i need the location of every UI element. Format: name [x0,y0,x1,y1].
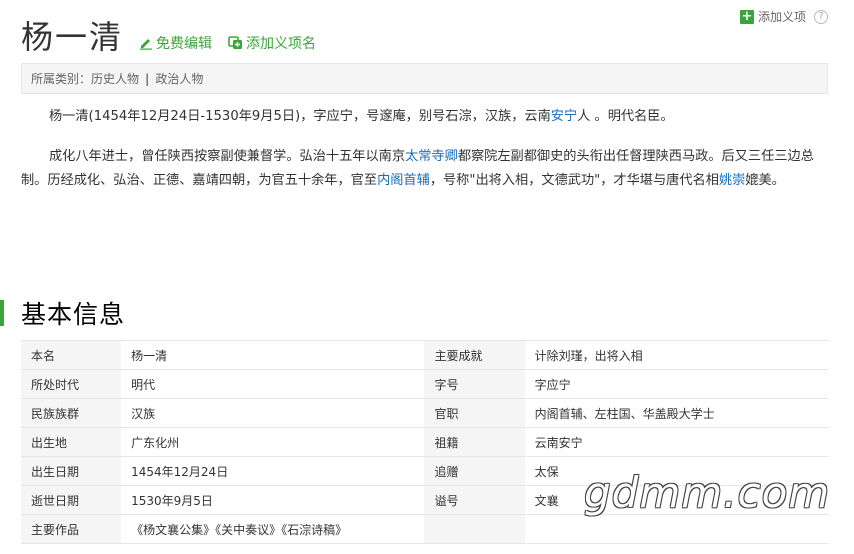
add-entry-top-label: 添加义项 [757,10,806,24]
link-taichangsiqing[interactable]: 太常寺卿 [405,149,458,164]
help-icon[interactable]: ? [814,9,828,24]
field-label: 官职 [424,398,525,428]
field-value: 明代 [121,369,425,399]
field-label: 逝世日期 [21,485,122,515]
table-row: 本名 杨一清 主要成就 计除刘瑾，出将入相 [21,340,828,370]
intro-text: 杨一清(1454年12月24日-1530年9月5日)，字应宁，号邃庵，别号石淙，… [49,109,551,124]
field-label: 本名 [21,340,122,370]
table-row: 出生地 广东化州 祖籍 云南安宁 [21,427,828,457]
field-value: 1454年12月24日 [121,456,425,486]
table-row: 所处时代 明代 字号 字应宁 [21,369,828,399]
field-label: 祖籍 [424,427,525,457]
field-label: 主要作品 [21,514,122,544]
title-row: 杨一清 免费编辑 添加义项名 [21,18,316,56]
field-label: 所处时代 [21,369,122,399]
field-value: 广东化州 [121,427,425,457]
field-value: 字应宁 [524,369,828,399]
field-label: 出生地 [21,427,122,457]
field-label: 谥号 [424,485,525,515]
field-label [424,514,525,544]
field-value: 计除刘瑾，出将入相 [524,340,828,370]
edit-button[interactable]: 免费编辑 [139,33,212,56]
field-value: 《杨文襄公集》《关中奏议》《石淙诗稿》 [121,514,425,544]
add-entry-name-button[interactable]: 添加义项名 [228,33,316,56]
field-value [524,514,828,544]
section-accent-bar [0,300,4,326]
category-link-politics[interactable]: 政治人物 [155,70,203,87]
field-value: 内阁首辅、左柱国、华盖殿大学士 [524,398,828,428]
field-label: 主要成就 [424,340,525,370]
intro-paragraph-1: 杨一清(1454年12月24日-1530年9月5日)，字应宁，号邃庵，别号石淙，… [21,105,821,129]
table-row: 逝世日期 1530年9月5日 谥号 文襄 [21,485,828,515]
link-neigeshoufu[interactable]: 内阁首辅 [377,173,430,188]
add-entry-name-label: 添加义项名 [246,36,317,52]
link-anning[interactable]: 安宁 [551,109,577,124]
link-yaochong[interactable]: 姚崇 [719,173,745,188]
category-separator: | [145,71,150,86]
pencil-icon [140,39,153,50]
category-prefix: 所属类别： [31,72,92,86]
add-entry-icon [228,36,243,49]
field-label: 追赠 [424,456,525,486]
category-bar: 所属类别： 历史人物 | 政治人物 [21,63,828,94]
field-label: 字号 [424,369,525,399]
field-label: 出生日期 [21,456,122,486]
intro-text: 媲美。 [745,173,785,188]
page-title: 杨一清 [21,18,124,56]
plus-square-icon: + [739,8,754,24]
field-value: 太保 [524,456,828,486]
basic-info-table: 本名 杨一清 主要成就 计除刘瑾，出将入相 所处时代 明代 字号 字应宁 民族族群 汉族 官职 内阁首… [21,340,828,544]
intro-text: ，号称"出将入相，文德武功"，才华堪与唐代名相 [429,173,719,188]
field-value: 汉族 [121,398,425,428]
intro-text: 成化八年进士，曾任陕西按察副使兼督学。弘治十五年以南京 [49,149,406,164]
table-row: 主要作品 《杨文襄公集》《关中奏议》《石淙诗稿》 [21,514,828,544]
field-label: 民族族群 [21,398,122,428]
basic-info-header: 基本信息 [0,297,125,329]
field-value: 文襄 [524,485,828,515]
field-value: 1530年9月5日 [121,485,425,515]
intro-text: 人 。明代名臣。 [577,109,674,124]
table-row: 民族族群 汉族 官职 内阁首辅、左柱国、华盖殿大学士 [21,398,828,428]
field-value: 杨一清 [121,340,425,370]
intro-paragraph-2: 成化八年进士，曾任陕西按察副使兼督学。弘治十五年以南京太常寺卿都察院左副都御史的… [21,145,821,193]
table-row: 出生日期 1454年12月24日 追赠 太保 [21,456,828,486]
add-entry-top-button[interactable]: + 添加义项 ? [739,8,828,25]
category-link-history[interactable]: 历史人物 [91,70,139,87]
field-value: 云南安宁 [524,427,828,457]
basic-info-title: 基本信息 [21,300,126,329]
edit-label: 免费编辑 [156,36,213,52]
